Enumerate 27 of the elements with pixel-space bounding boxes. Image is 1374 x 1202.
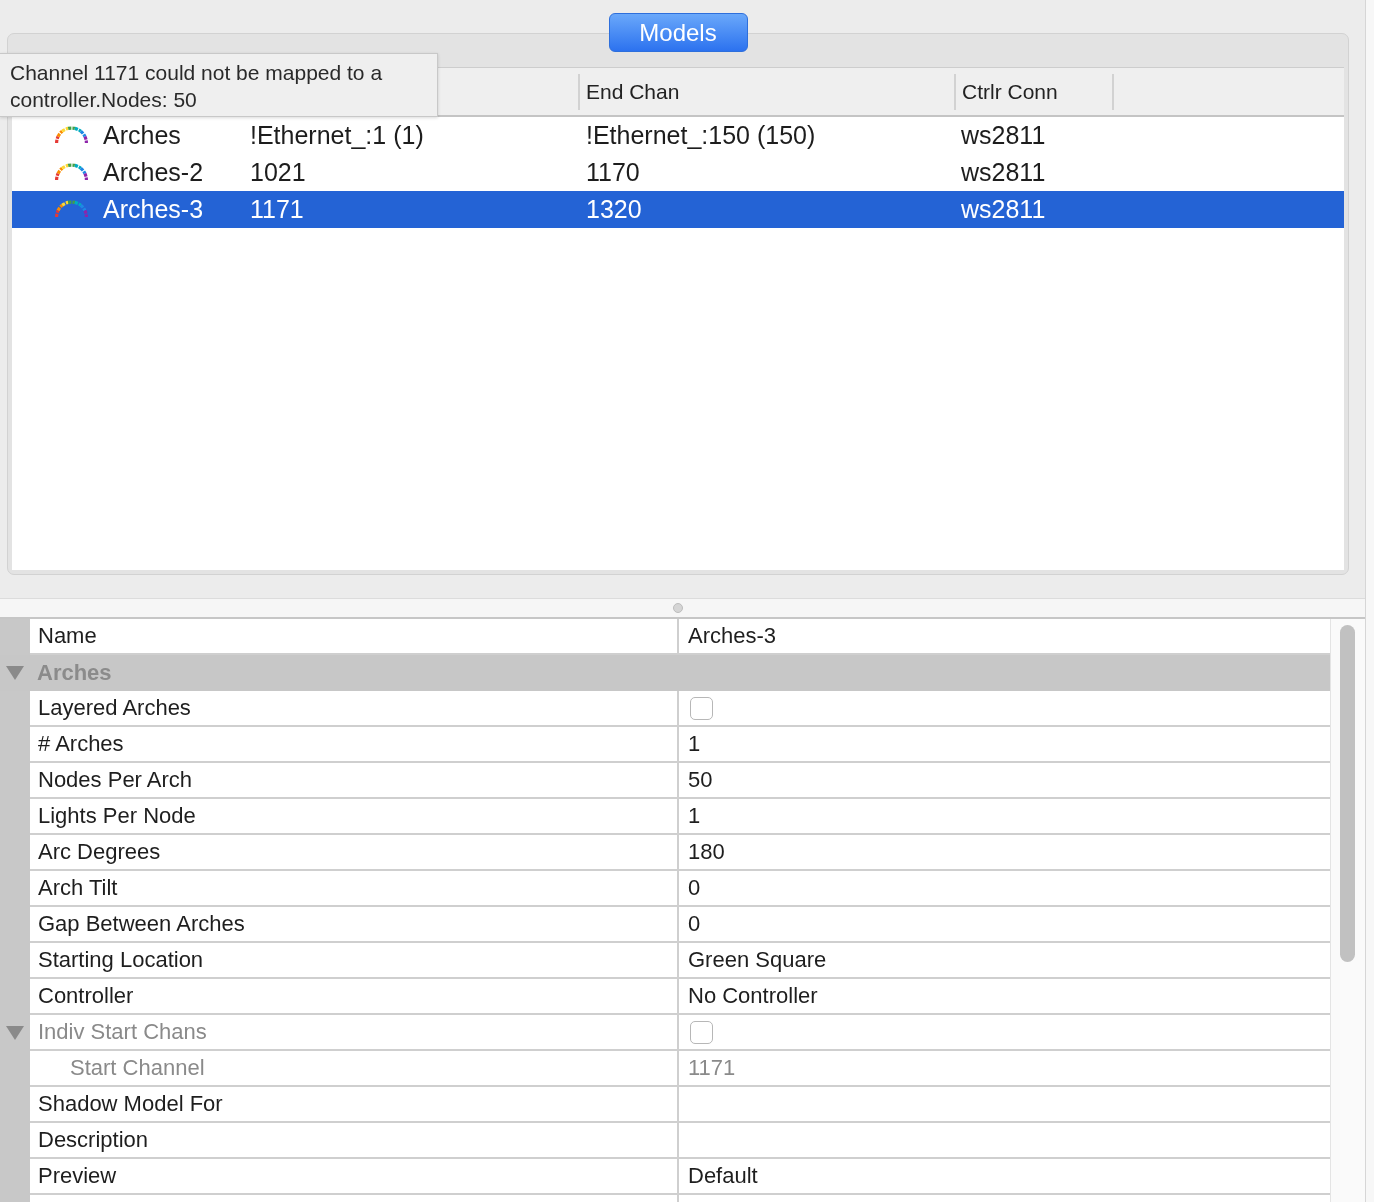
category-label: Arches	[36, 660, 112, 686]
table-row[interactable]: Arches-3 1171 1320 ws2811	[12, 191, 1344, 228]
table-cell-text: 1320	[585, 195, 643, 224]
checkbox[interactable]	[690, 696, 713, 720]
table-cell-text: ws2811	[960, 195, 1047, 224]
scrollbar-thumb[interactable]	[1340, 625, 1355, 962]
table-cell-text: 1170	[585, 158, 641, 187]
arch-icon	[55, 163, 88, 182]
tooltip: Channel 1171 could not be mapped to a controller.Nodes: 50	[0, 53, 438, 117]
model-name: Arches	[103, 121, 181, 150]
table-cell-text: ws2811	[960, 121, 1047, 150]
model-name: Arches-2	[103, 158, 204, 187]
table-row[interactable]: Arches-2 1021 1170 ws2811	[12, 154, 1344, 191]
table-cell-text: !Ethernet_:150 (150)	[585, 121, 817, 150]
arch-icon	[55, 200, 88, 219]
table-cell-text: ws2811	[960, 158, 1047, 187]
table-row[interactable]: Arches !Ethernet_:1 (1) !Ethernet_:150 (150) ws2811	[12, 117, 1344, 154]
table-cell-text: 1171	[249, 195, 305, 224]
triangle-icon[interactable]	[6, 666, 24, 680]
column-header[interactable]: Ctrlr Conn	[954, 73, 1112, 110]
model-name: Arches-3	[103, 195, 204, 224]
arch-icon	[55, 126, 88, 145]
table-cell-text: !Ethernet_:1 (1)	[249, 121, 425, 150]
table-cell-text: 1021	[249, 158, 307, 187]
splitter-handle[interactable]	[673, 603, 683, 613]
scrollbar[interactable]	[1330, 619, 1365, 1202]
column-header[interactable]: End Chan	[578, 73, 954, 110]
